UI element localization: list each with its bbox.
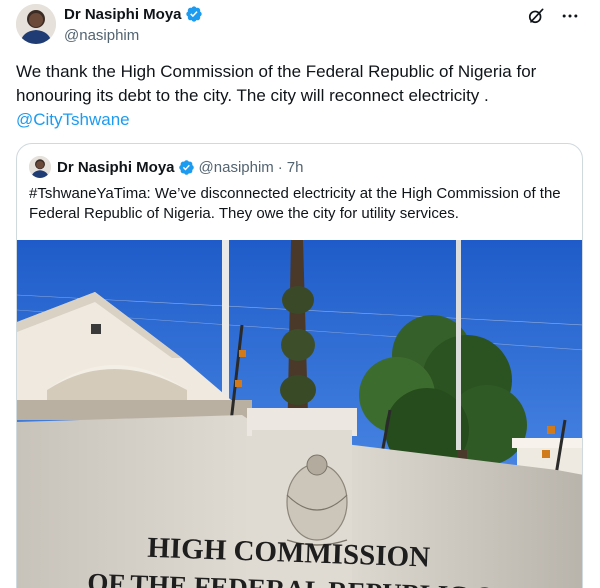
post-text: We thank the High Commission of the Fede… <box>16 60 576 132</box>
quoted-verified-badge-icon <box>178 159 195 176</box>
mention-link[interactable]: @CityTshwane <box>16 108 576 132</box>
author-block: Dr Nasiphi Moya @nasiphim <box>64 4 203 46</box>
avatar[interactable] <box>16 4 56 44</box>
post: Dr Nasiphi Moya @nasiphim We thank the H… <box>0 0 600 588</box>
quoted-author-handle: @nasiphim <box>198 158 274 176</box>
post-actions <box>526 6 580 26</box>
verified-badge-icon[interactable] <box>185 5 203 23</box>
separator-dot: · <box>277 158 283 176</box>
quoted-post[interactable]: Dr Nasiphi Moya @nasiphim · 7h #TshwaneY… <box>16 143 583 588</box>
post-text-content: We thank the High Commission of the Fede… <box>16 62 537 105</box>
quoted-timestamp: 7h <box>286 158 304 176</box>
author-name[interactable]: Dr Nasiphi Moya <box>64 6 182 23</box>
quoted-post-image[interactable]: HIGH COMMISSION OF THE FEDERAL REPUBLIC … <box>17 240 582 588</box>
quoted-avatar[interactable] <box>29 156 51 178</box>
quoted-post-header: Dr Nasiphi Moya @nasiphim · 7h <box>29 156 303 178</box>
author-handle[interactable]: @nasiphim <box>64 26 203 46</box>
more-icon[interactable] <box>560 6 580 26</box>
quoted-post-text: #TshwaneYaTima: We’ve disconnected elect… <box>29 185 561 222</box>
quoted-author-name: Dr Nasiphi Moya <box>57 158 175 176</box>
grok-icon[interactable] <box>526 6 546 26</box>
